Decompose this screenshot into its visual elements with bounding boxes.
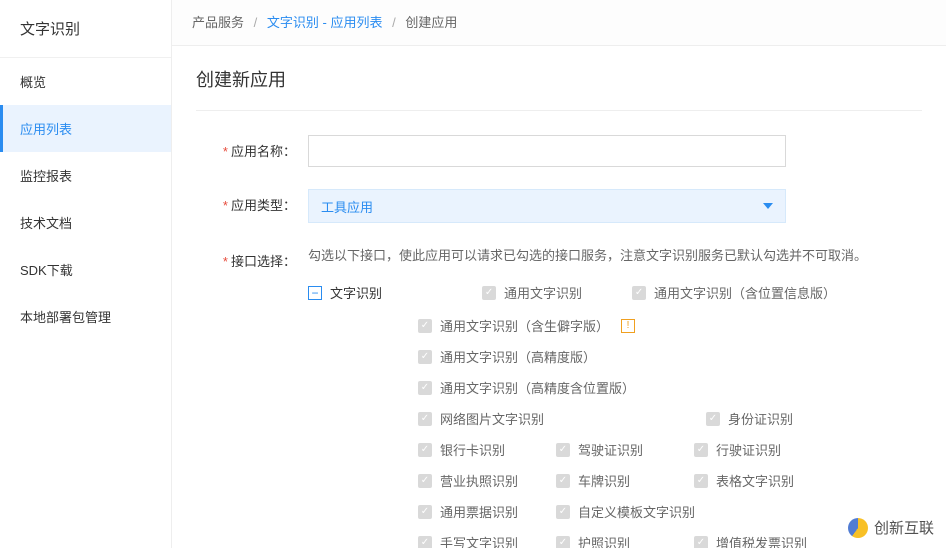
checkbox-icon[interactable]: ✓: [418, 474, 432, 488]
checkbox-icon[interactable]: ✓: [418, 381, 432, 395]
sidebar-item-app-list[interactable]: 应用列表: [0, 105, 171, 152]
breadcrumb-sep: /: [254, 15, 258, 30]
watermark-text: 创新互联: [874, 517, 934, 538]
breadcrumb-root[interactable]: 产品服务: [192, 15, 244, 30]
api-item: 通用文字识别（高精度含位置版）: [440, 378, 635, 397]
api-item: 表格文字识别: [716, 471, 794, 490]
api-item: 营业执照识别: [440, 471, 518, 490]
api-item: 通用文字识别（含位置信息版）: [654, 283, 836, 302]
page-title: 创建新应用: [196, 66, 922, 111]
checkbox-icon[interactable]: ✓: [556, 536, 570, 548]
api-item: 车牌识别: [578, 471, 630, 490]
api-item: 通用文字识别: [504, 283, 582, 302]
app-type-value: 工具应用: [321, 197, 373, 216]
checkbox-icon[interactable]: ✓: [694, 536, 708, 548]
breadcrumb: 产品服务 / 文字识别 - 应用列表 / 创建应用: [172, 0, 946, 46]
checkbox-icon[interactable]: ✓: [556, 443, 570, 457]
checkbox-icon[interactable]: ✓: [418, 350, 432, 364]
checkbox-icon[interactable]: ✓: [632, 286, 646, 300]
breadcrumb-sep: /: [392, 15, 396, 30]
sidebar-title: 文字识别: [0, 0, 171, 58]
chevron-down-icon: [763, 203, 773, 209]
sidebar-item-local-deploy[interactable]: 本地部署包管理: [0, 293, 171, 340]
breadcrumb-current: 创建应用: [405, 15, 457, 30]
checkbox-icon[interactable]: ✓: [418, 319, 432, 333]
checkbox-icon[interactable]: ✓: [706, 412, 720, 426]
checkbox-icon[interactable]: ✓: [694, 443, 708, 457]
api-item: 网络图片文字识别: [440, 409, 544, 428]
watermark: 创新互联: [848, 517, 934, 538]
api-item: 行驶证识别: [716, 440, 781, 459]
label-app-type: *应用类型：: [196, 189, 296, 214]
api-item: 驾驶证识别: [578, 440, 643, 459]
api-item: 通用票据识别: [440, 502, 518, 521]
checkbox-icon[interactable]: ✓: [556, 474, 570, 488]
api-item: 增值税发票识别: [716, 533, 807, 548]
app-name-input[interactable]: [308, 135, 786, 167]
collapse-icon[interactable]: −: [308, 286, 322, 300]
api-item: 身份证识别: [728, 409, 793, 428]
watermark-icon: [848, 518, 868, 538]
app-type-select[interactable]: 工具应用: [308, 189, 786, 223]
tree-root-label: 文字识别: [330, 283, 382, 302]
api-item: 自定义模板文字识别: [578, 502, 695, 521]
checkbox-icon[interactable]: ✓: [556, 505, 570, 519]
label-api-select: *接口选择：: [196, 245, 296, 270]
checkbox-icon[interactable]: ✓: [418, 412, 432, 426]
warning-icon: !: [621, 319, 635, 333]
main-content: 产品服务 / 文字识别 - 应用列表 / 创建应用 创建新应用 *应用名称： *…: [172, 0, 946, 548]
api-item: 护照识别: [578, 533, 630, 548]
api-item: 通用文字识别（含生僻字版）: [440, 316, 609, 335]
sidebar: 文字识别 概览 应用列表 监控报表 技术文档 SDK下载 本地部署包管理: [0, 0, 172, 548]
breadcrumb-link-app-list[interactable]: 文字识别 - 应用列表: [267, 15, 383, 30]
sidebar-item-overview[interactable]: 概览: [0, 58, 171, 105]
api-hint: 勾选以下接口，使此应用可以请求已勾选的接口服务，注意文字识别服务已默认勾选并不可…: [308, 245, 922, 267]
sidebar-item-monitor[interactable]: 监控报表: [0, 152, 171, 199]
checkbox-icon[interactable]: ✓: [418, 536, 432, 548]
api-item: 通用文字识别（高精度版）: [440, 347, 596, 366]
checkbox-icon[interactable]: ✓: [418, 505, 432, 519]
sidebar-item-sdk[interactable]: SDK下载: [0, 246, 171, 293]
checkbox-icon[interactable]: ✓: [694, 474, 708, 488]
checkbox-icon[interactable]: ✓: [418, 443, 432, 457]
label-app-name: *应用名称：: [196, 135, 296, 160]
sidebar-item-docs[interactable]: 技术文档: [0, 199, 171, 246]
checkbox-icon[interactable]: ✓: [482, 286, 496, 300]
api-item: 银行卡识别: [440, 440, 505, 459]
api-item: 手写文字识别: [440, 533, 518, 548]
